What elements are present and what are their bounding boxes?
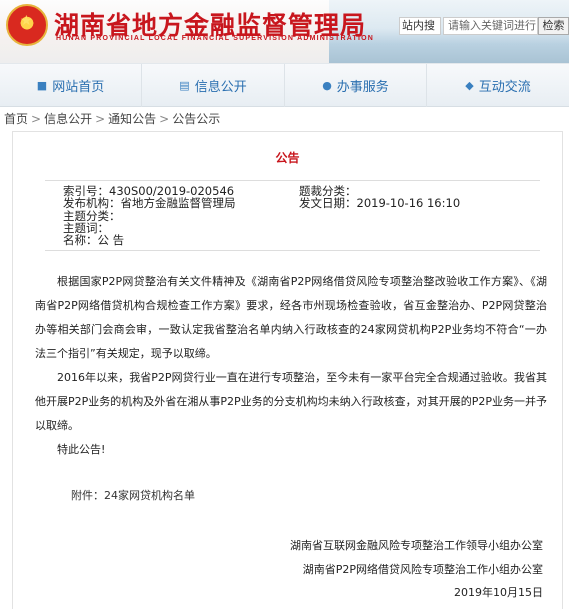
chat-icon: ◆ xyxy=(465,79,474,92)
meta-publisher: 发布机构：省地方金融监督管理局 xyxy=(63,197,236,209)
nav-item-label: 网站首页 xyxy=(52,80,105,95)
article-paragraph: 特此公告! xyxy=(57,443,106,456)
nav-item-services[interactable]: ● 办事服务 xyxy=(285,64,427,107)
breadcrumb-home[interactable]: 首页 xyxy=(4,112,28,126)
meta-name-value: 公 告 xyxy=(97,233,125,247)
nav-item-info-public[interactable]: ▤ 信息公开 xyxy=(142,64,285,107)
breadcrumb-announcements[interactable]: 公告公示 xyxy=(172,112,220,126)
breadcrumb-separator: > xyxy=(159,112,170,126)
search-button[interactable]: 检索 xyxy=(538,17,569,35)
meta-name: 名称：公 告 xyxy=(63,234,124,246)
breadcrumb-separator: > xyxy=(95,112,106,126)
site-header: ★ 湖南省地方金融监督管理局 HUNAN PROVINCIAL LOCAL FI… xyxy=(0,0,569,63)
search-input[interactable]: 请输入关键词进行 xyxy=(443,17,538,35)
attachment-link[interactable]: 附件：24家网贷机构名单 xyxy=(71,487,195,503)
meta-publisher-value: 省地方金融监督管理局 xyxy=(120,196,236,210)
signature-line-2: 湖南省P2P网络借贷风险专项整治工作小组办公室 xyxy=(302,563,543,576)
meta-publisher-label: 发布机构： xyxy=(63,196,121,210)
signature-date: 2019年10月15日 xyxy=(454,586,543,599)
nav-item-interaction[interactable]: ◆ 互动交流 xyxy=(427,64,569,107)
user-icon: ● xyxy=(322,79,332,92)
article-paragraph: 根据国家P2P网贷整治有关文件精神及《湖南省P2P网络借贷风险专项整治整改验收工… xyxy=(35,275,547,360)
nav-item-label: 互动交流 xyxy=(478,80,531,95)
national-emblem-icon: ★ xyxy=(6,4,48,46)
home-icon: ■ xyxy=(36,79,48,92)
article-content: 公告 索引号：430S00/2019-020546 题裁分类： 发布机构：省地方… xyxy=(12,131,563,609)
meta-date-value: 2019-10-16 16:10 xyxy=(356,196,461,210)
breadcrumb: 首页 > 信息公开 > 通知公告 > 公告公示 xyxy=(0,111,569,129)
article-body: 根据国家P2P网贷整治有关文件精神及《湖南省P2P网络借贷风险专项整治整改验收工… xyxy=(35,270,547,462)
nav-item-label: 办事服务 xyxy=(336,80,389,95)
meta-name-label: 名称： xyxy=(63,233,98,247)
article-meta-table: 索引号：430S00/2019-020546 题裁分类： 发布机构：省地方金融监… xyxy=(45,180,540,251)
article-title: 公告 xyxy=(275,151,300,165)
main-nav: ■ 网站首页 ▤ 信息公开 ● 办事服务 ◆ 互动交流 xyxy=(0,63,569,107)
article-paragraph: 2016年以来，我省P2P网贷行业一直在进行专项整治，至今未有一家平台完全合规通… xyxy=(35,371,547,432)
meta-date: 发文日期：2019-10-16 16:10 xyxy=(299,197,460,209)
document-icon: ▤ xyxy=(179,79,190,92)
signature-line-1: 湖南省互联网金融风险专项整治工作领导小组办公室 xyxy=(290,539,543,552)
nav-item-home[interactable]: ■ 网站首页 xyxy=(0,64,142,107)
site-subtitle: HUNAN PROVINCIAL LOCAL FINANCIAL SUPERVI… xyxy=(56,35,375,42)
breadcrumb-notices[interactable]: 通知公告 xyxy=(108,112,156,126)
nav-item-label: 信息公开 xyxy=(194,80,247,95)
breadcrumb-separator: > xyxy=(31,112,42,126)
search-scope-select[interactable]: 站内搜 xyxy=(399,17,441,35)
meta-date-label: 发文日期： xyxy=(299,196,357,210)
breadcrumb-info-public[interactable]: 信息公开 xyxy=(44,112,92,126)
